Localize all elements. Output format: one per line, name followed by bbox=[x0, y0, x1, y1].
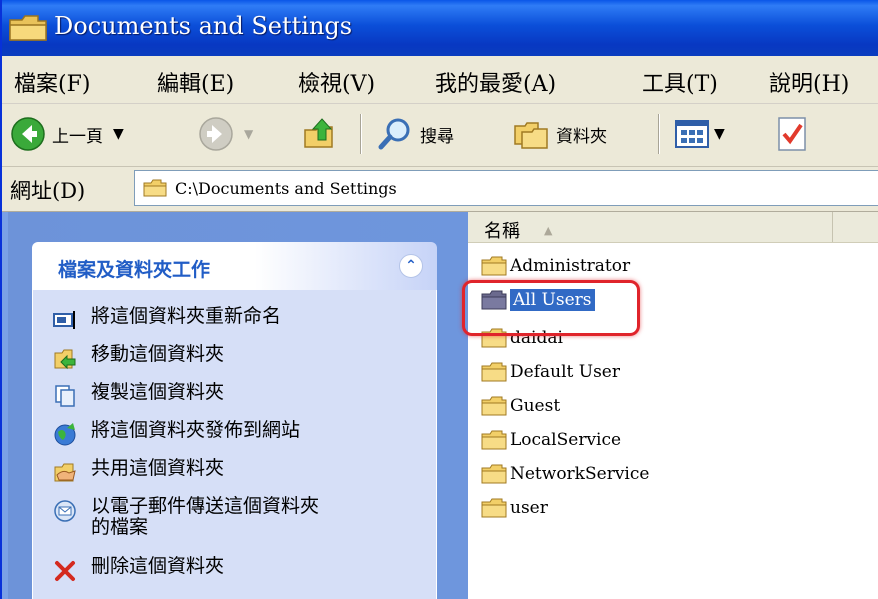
copy-icon bbox=[55, 385, 75, 407]
folder-name: Default User bbox=[510, 362, 620, 382]
folder-icon bbox=[481, 498, 507, 518]
search-label: 搜尋 bbox=[420, 126, 454, 147]
folders-icon bbox=[514, 122, 548, 149]
menu-help[interactable]: 說明(H) bbox=[769, 66, 849, 98]
menu-view[interactable]: 檢視(V) bbox=[298, 66, 375, 98]
address-value: C:\Documents and Settings bbox=[175, 179, 397, 198]
sort-ascending-icon: ▲ bbox=[544, 224, 553, 237]
selection-highlight-annotation bbox=[462, 280, 640, 336]
publish-web-icon bbox=[54, 423, 76, 446]
folder-icon bbox=[481, 464, 507, 484]
toolbar-separator bbox=[360, 114, 362, 154]
up-folder-icon bbox=[304, 118, 333, 148]
folder-name: LocalService bbox=[510, 430, 622, 450]
folder-item[interactable]: Default User bbox=[480, 358, 620, 386]
explorer-window: Documents and Settings 檔案(F) 編輯(E) 檢視(V)… bbox=[0, 0, 878, 599]
title-bar[interactable]: Documents and Settings bbox=[2, 0, 878, 56]
task-pane: 檔案及資料夾工作 ⌃ 將這個資料夾重新命名 移動這個資料夾 複製這個資料夾 將這… bbox=[2, 212, 468, 599]
name-column-label: 名稱 bbox=[484, 221, 520, 242]
checklist-button[interactable] bbox=[776, 116, 808, 152]
folders-button[interactable]: 資料夾 bbox=[512, 116, 607, 152]
back-arrow-icon bbox=[11, 117, 45, 151]
folder-name: Administrator bbox=[510, 256, 631, 276]
back-button[interactable]: 上一頁 ▼ bbox=[10, 116, 124, 152]
checklist-icon bbox=[778, 117, 806, 151]
folder-item[interactable]: Administrator bbox=[480, 252, 630, 280]
file-list-pane: 名稱 ▲ Administrator All Users daidai Defa… bbox=[468, 212, 878, 599]
name-column-header[interactable]: 名稱 ▲ bbox=[468, 212, 833, 242]
task-label: 將這個資料夾發佈到網站 bbox=[91, 419, 301, 441]
folder-item[interactable]: user bbox=[480, 494, 548, 522]
folder-name: NetworkService bbox=[510, 464, 650, 484]
toolbar-separator bbox=[658, 114, 660, 154]
menu-edit[interactable]: 編輯(E) bbox=[157, 66, 234, 98]
forward-dropdown-icon[interactable]: ▼ bbox=[244, 127, 253, 141]
menu-file[interactable]: 檔案(F) bbox=[14, 66, 90, 98]
folder-icon bbox=[481, 396, 507, 416]
back-label: 上一頁 bbox=[52, 126, 103, 147]
folder-icon bbox=[481, 362, 507, 382]
task-publish-folder[interactable]: 將這個資料夾發佈到網站 bbox=[53, 420, 300, 446]
panel-title: 檔案及資料夾工作 bbox=[58, 259, 211, 281]
task-delete-folder[interactable]: 刪除這個資料夾 bbox=[53, 556, 224, 582]
rename-icon bbox=[53, 311, 75, 329]
folder-icon bbox=[481, 256, 507, 276]
email-icon bbox=[54, 500, 76, 522]
views-icon bbox=[675, 120, 709, 148]
search-button[interactable]: 搜尋 bbox=[378, 116, 454, 152]
folder-icon bbox=[143, 179, 167, 197]
delete-icon bbox=[55, 561, 75, 581]
task-share-folder[interactable]: 共用這個資料夾 bbox=[53, 458, 224, 484]
collapse-chevron-icon[interactable]: ⌃ bbox=[399, 254, 423, 278]
forward-button[interactable]: ▼ bbox=[198, 116, 253, 152]
address-bar: 網址(D) C:\Documents and Settings bbox=[2, 167, 878, 212]
task-label: 移動這個資料夾 bbox=[91, 343, 225, 365]
menu-bar: 檔案(F) 編輯(E) 檢視(V) 我的最愛(A) 工具(T) 說明(H) bbox=[2, 56, 878, 104]
menu-tools[interactable]: 工具(T) bbox=[642, 66, 718, 98]
task-label: 將這個資料夾重新命名 bbox=[91, 305, 282, 327]
share-icon bbox=[54, 463, 76, 482]
up-folder-button[interactable] bbox=[302, 116, 338, 152]
folder-item[interactable]: Guest bbox=[480, 392, 560, 420]
window-title: Documents and Settings bbox=[54, 12, 353, 40]
task-label: 以電子郵件傳送這個資料夾 的檔案 bbox=[91, 495, 320, 538]
folder-name: Guest bbox=[510, 396, 561, 416]
folder-icon bbox=[481, 430, 507, 450]
folder-item[interactable]: NetworkService bbox=[480, 460, 649, 488]
back-dropdown-icon[interactable]: ▼ bbox=[113, 126, 124, 142]
task-move-folder[interactable]: 移動這個資料夾 bbox=[53, 344, 224, 370]
address-label: 網址(D) bbox=[10, 179, 86, 203]
task-label: 複製這個資料夾 bbox=[91, 381, 225, 403]
move-icon bbox=[54, 349, 76, 370]
task-email-folder[interactable]: 以電子郵件傳送這個資料夾 的檔案 bbox=[53, 496, 319, 538]
address-input[interactable]: C:\Documents and Settings bbox=[134, 170, 878, 206]
forward-arrow-icon bbox=[199, 117, 233, 151]
folder-item[interactable]: LocalService bbox=[480, 426, 621, 454]
task-rename-folder[interactable]: 將這個資料夾重新命名 bbox=[53, 306, 281, 332]
search-icon bbox=[378, 118, 410, 150]
folder-name: user bbox=[510, 498, 548, 518]
task-copy-folder[interactable]: 複製這個資料夾 bbox=[53, 382, 224, 408]
folders-label: 資料夾 bbox=[556, 126, 607, 147]
toolbar: 上一頁 ▼ ▼ 搜尋 資料夾 ▼ bbox=[2, 104, 878, 167]
task-label: 共用這個資料夾 bbox=[91, 457, 225, 479]
views-button[interactable]: ▼ bbox=[674, 118, 725, 150]
panel-header[interactable]: 檔案及資料夾工作 ⌃ bbox=[32, 242, 437, 290]
task-label: 刪除這個資料夾 bbox=[91, 555, 225, 577]
panel-body: 將這個資料夾重新命名 移動這個資料夾 複製這個資料夾 將這個資料夾發佈到網站 共… bbox=[32, 290, 437, 599]
views-dropdown-icon[interactable]: ▼ bbox=[714, 126, 725, 142]
next-column-header[interactable] bbox=[834, 212, 878, 242]
file-folder-tasks-panel: 檔案及資料夾工作 ⌃ 將這個資料夾重新命名 移動這個資料夾 複製這個資料夾 將這… bbox=[32, 242, 437, 599]
folder-icon bbox=[9, 15, 47, 41]
column-header: 名稱 ▲ bbox=[468, 212, 878, 243]
menu-favorites[interactable]: 我的最愛(A) bbox=[435, 66, 556, 98]
